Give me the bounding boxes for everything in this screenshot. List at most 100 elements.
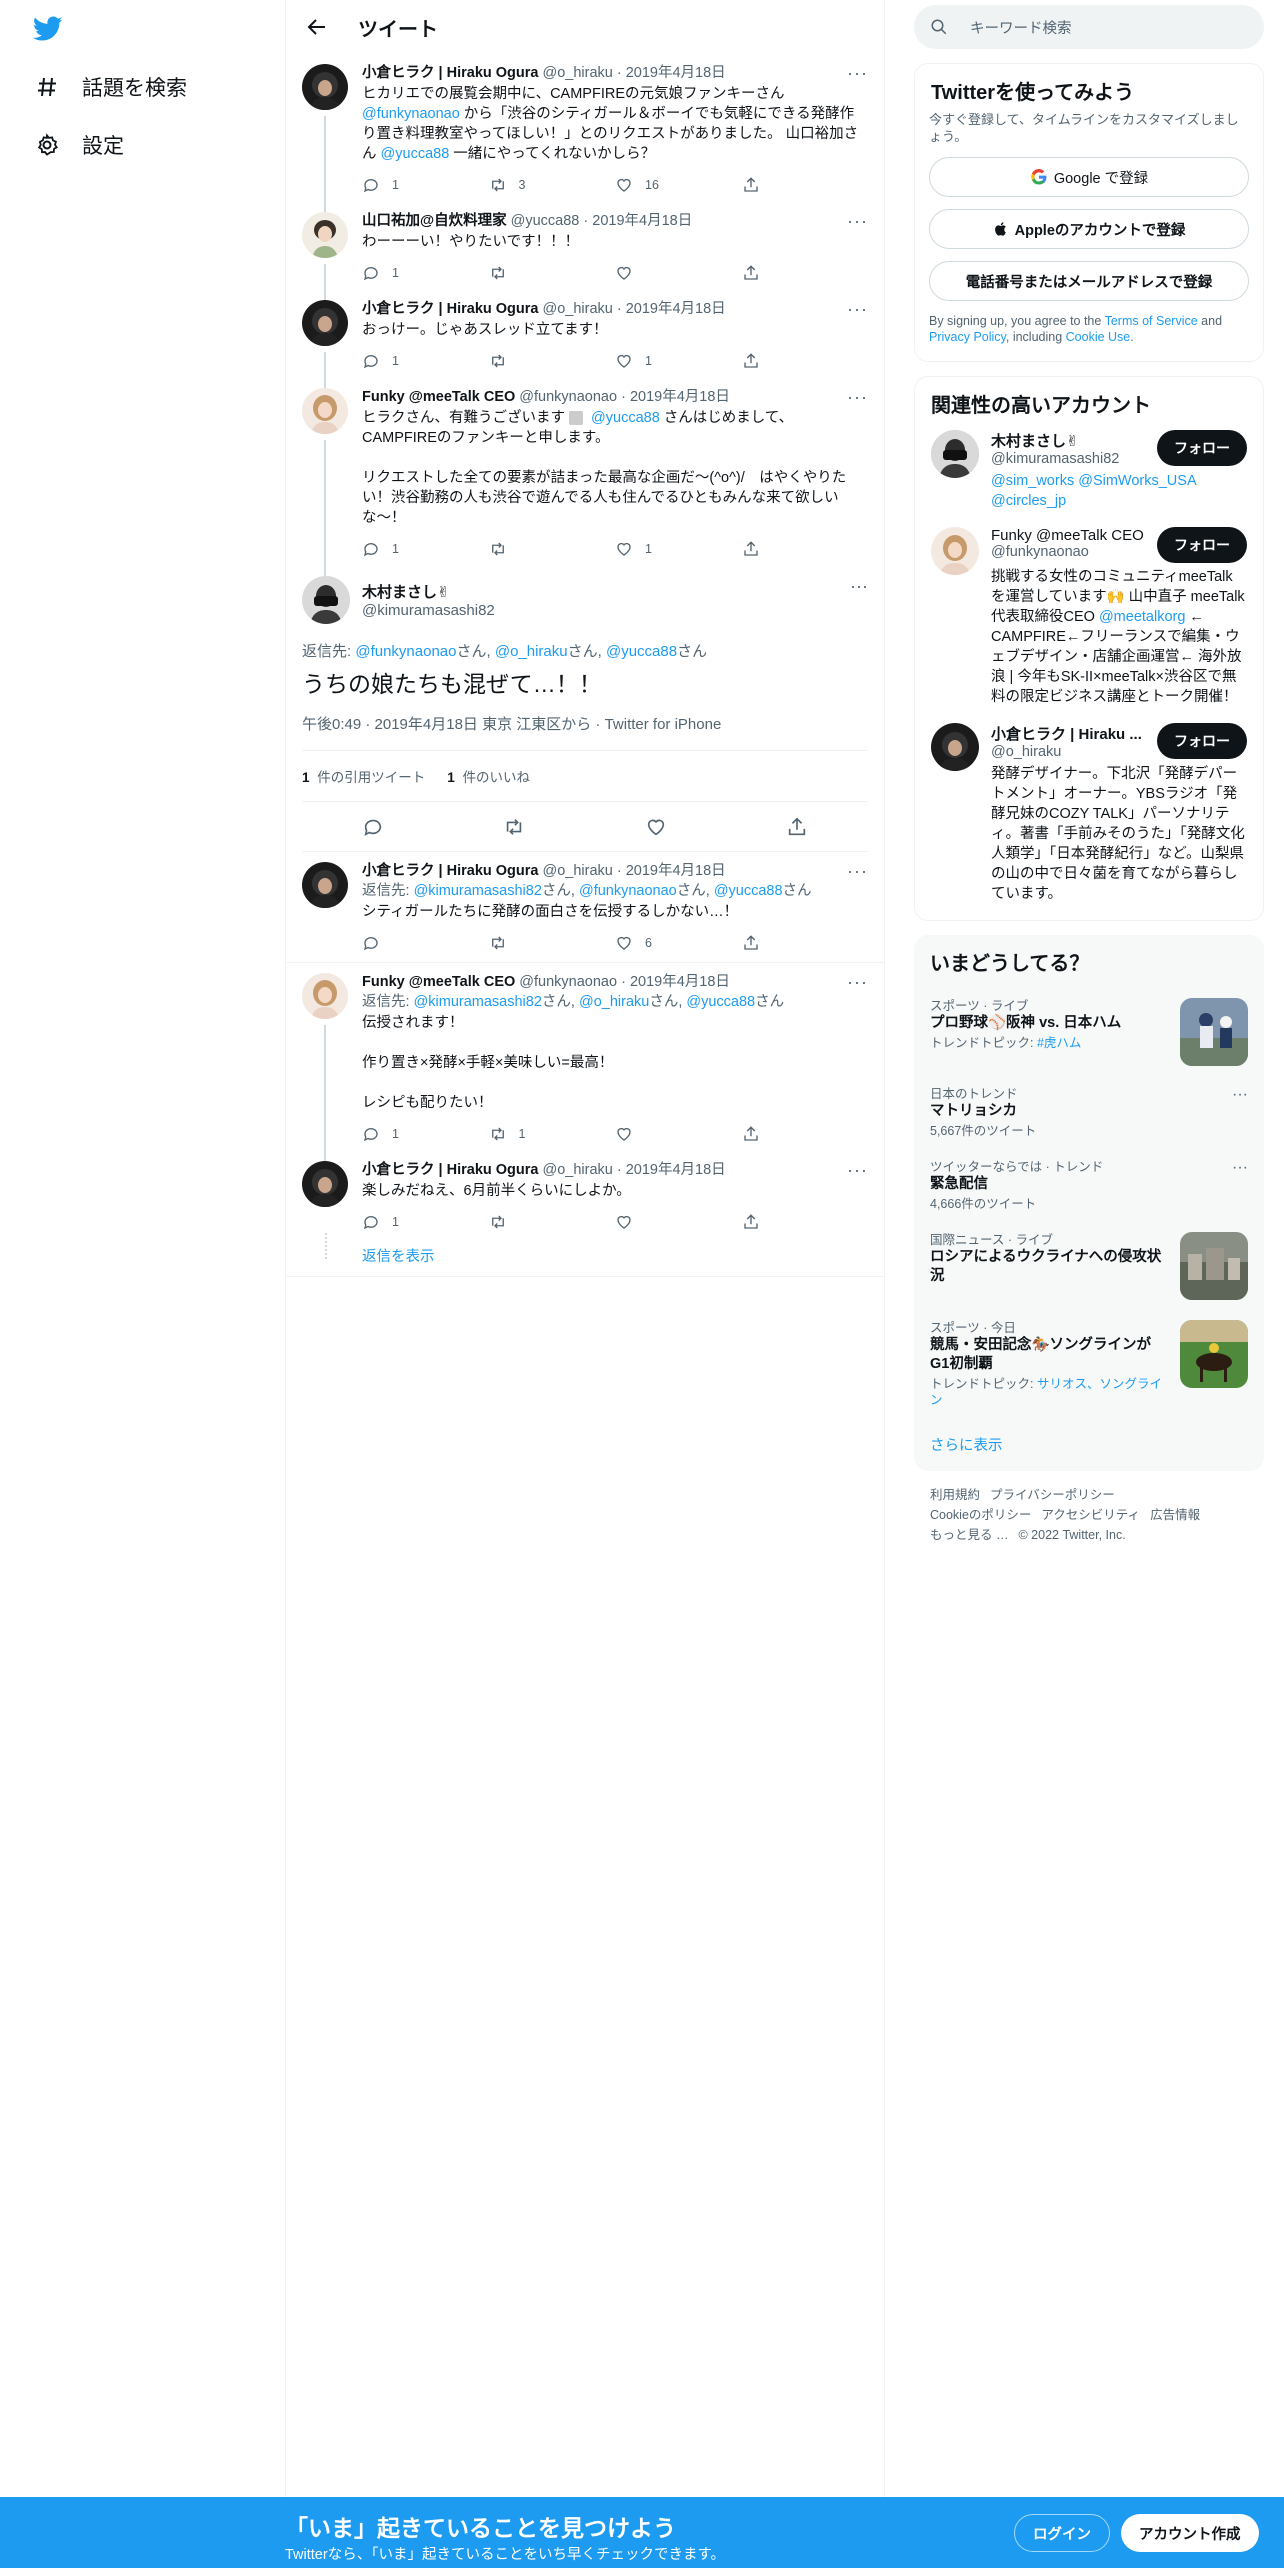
retweet-icon[interactable] [503, 816, 525, 838]
mention-link[interactable]: @funkynaonao [355, 643, 456, 660]
avatar[interactable] [302, 973, 348, 1019]
footer-accessibility-link[interactable]: アクセシビリティ [1041, 1508, 1140, 1522]
avatar[interactable] [302, 576, 350, 624]
thread-tweet[interactable]: Funky @meeTalk CEO @funkynaonao · 2019年4… [286, 378, 884, 576]
login-button[interactable]: ログイン [1014, 2514, 1110, 2552]
retweet-button[interactable] [489, 1213, 616, 1231]
avatar[interactable] [931, 723, 979, 771]
mention-link[interactable]: @kimuramasashi82 [414, 994, 542, 1010]
reply-button[interactable]: 1 [362, 540, 489, 558]
retweet-button[interactable] [489, 540, 616, 558]
share-icon[interactable] [786, 816, 808, 838]
more-options-icon[interactable]: ··· [847, 388, 868, 407]
avatar[interactable] [931, 527, 979, 575]
retweet-button[interactable]: 1 [489, 1125, 616, 1143]
author-name[interactable]: 小倉ヒラク | Hiraku Ogura [362, 862, 538, 881]
tweet-date[interactable]: 2019年4月18日 [630, 973, 730, 992]
avatar[interactable] [931, 430, 979, 478]
more-options-icon[interactable]: ··· [850, 576, 868, 597]
search-input[interactable]: キーワード検索 [914, 5, 1264, 49]
terms-link[interactable]: Terms of Service [1105, 314, 1198, 328]
mention-link[interactable]: @o_hiraku [495, 643, 568, 660]
privacy-link[interactable]: Privacy Policy [929, 330, 1006, 344]
like-button[interactable]: 6 [615, 934, 742, 952]
share-button[interactable] [742, 352, 869, 370]
account-row[interactable]: 木村まさし✌ @kimuramasashi82 フォロー @sim_works … [915, 430, 1263, 527]
avatar[interactable] [302, 1161, 348, 1207]
retweet-button[interactable] [489, 264, 616, 282]
reply-button[interactable]: 1 [362, 264, 489, 282]
trend-item[interactable]: スポーツ · ライブ プロ野球⚾阪神 vs. 日本ハム トレンドトピック: #虎… [914, 988, 1264, 1076]
like-button[interactable] [615, 1213, 742, 1231]
cookie-link[interactable]: Cookie Use [1066, 330, 1131, 344]
avatar[interactable] [302, 64, 348, 110]
back-arrow-icon[interactable] [302, 12, 332, 42]
tweet-date[interactable]: 2019年4月18日 [592, 212, 692, 231]
follow-button[interactable]: フォロー [1157, 430, 1247, 466]
share-button[interactable] [742, 264, 869, 282]
retweet-button[interactable]: 3 [489, 176, 616, 194]
author-handle[interactable]: @o_hiraku [542, 862, 612, 881]
bio-links[interactable]: @sim_works @SimWorks_USA @circles_jp [991, 473, 1196, 509]
twitter-logo-icon[interactable] [33, 16, 63, 42]
likes-stat[interactable]: 1 件のいいね [447, 766, 530, 786]
thread-tweet[interactable]: 小倉ヒラク | Hiraku Ogura @o_hiraku · 2019年4月… [286, 290, 884, 388]
mention-link[interactable]: @funkynaonao [579, 883, 677, 899]
reply-button[interactable] [362, 934, 489, 952]
google-signup-button[interactable]: Google で登録 [929, 157, 1249, 197]
author-handle[interactable]: @funkynaonao [519, 388, 617, 407]
share-button[interactable] [742, 1213, 869, 1231]
more-options-icon[interactable]: ··· [847, 1161, 868, 1180]
reply-icon[interactable] [362, 816, 384, 838]
like-button[interactable]: 1 [615, 352, 742, 370]
avatar[interactable] [302, 388, 348, 434]
mention-link[interactable]: @kimuramasashi82 [414, 883, 542, 899]
mention-link[interactable]: @yucca88 [606, 643, 677, 660]
footer-ads-link[interactable]: 広告情報 [1150, 1508, 1200, 1522]
reply-button[interactable]: 1 [362, 352, 489, 370]
bio-mention-link[interactable]: @meetalkorg [1099, 609, 1185, 625]
follow-button[interactable]: フォロー [1157, 527, 1247, 563]
more-options-icon[interactable]: ··· [847, 973, 868, 992]
signup-button[interactable]: アカウント作成 [1121, 2514, 1259, 2552]
trend-item[interactable]: スポーツ · 今日 競馬・安田記念🏇ソングラインがG1初制覇 トレンドトピック:… [914, 1310, 1264, 1418]
author-handle[interactable]: @o_hiraku [542, 300, 612, 319]
mention-link[interactable]: @o_hiraku [579, 994, 649, 1010]
reply-button[interactable]: 1 [362, 176, 489, 194]
author-name[interactable]: 小倉ヒラク | Hiraku Ogura [362, 64, 538, 83]
share-button[interactable] [742, 176, 869, 194]
avatar[interactable] [302, 862, 348, 908]
like-button[interactable] [615, 1125, 742, 1143]
reply-button[interactable]: 1 [362, 1125, 489, 1143]
tweet-date[interactable]: 2019年4月18日 [626, 64, 726, 83]
thread-tweet[interactable]: 小倉ヒラク | Hiraku Ogura @o_hiraku · 2019年4月… [286, 54, 884, 212]
more-options-icon[interactable]: ··· [1232, 1159, 1248, 1177]
trend-topic-link[interactable]: #虎ハム [1037, 1036, 1081, 1050]
author-handle[interactable]: @o_hiraku [542, 1161, 612, 1180]
tweet-date[interactable]: 2019年4月18日 [626, 300, 726, 319]
nav-explore[interactable]: 話題を検索 [34, 72, 187, 102]
author-name[interactable]: 小倉ヒラク | Hiraku Ogura [362, 1161, 538, 1180]
author-handle[interactable]: @kimuramasashi82 [362, 602, 495, 619]
author-handle[interactable]: @funkynaonao [519, 973, 617, 992]
author-name[interactable]: 小倉ヒラク | Hiraku Ogura [362, 300, 538, 319]
retweet-button[interactable] [489, 934, 616, 952]
author-name[interactable]: Funky @meeTalk CEO [362, 973, 515, 992]
more-options-icon[interactable]: ··· [847, 300, 868, 319]
mention-link[interactable]: @funkynaonao [362, 106, 460, 122]
tweet-date[interactable]: 2019年4月18日 [626, 1161, 726, 1180]
retweet-button[interactable] [489, 352, 616, 370]
share-button[interactable] [742, 1125, 869, 1143]
more-options-icon[interactable]: ··· [847, 64, 868, 83]
follow-button[interactable]: フォロー [1157, 723, 1247, 759]
like-button[interactable]: 1 [615, 540, 742, 558]
thread-tweet[interactable]: 山口祐加@自炊料理家 @yucca88 · 2019年4月18日 ··· わーー… [286, 202, 884, 300]
trend-item[interactable]: ツイッターならでは · トレンド 緊急配信 4,666件のツイート ··· [914, 1149, 1264, 1222]
more-options-icon[interactable]: ··· [847, 862, 868, 881]
tweet-timestamp[interactable]: 午後0:49 · 2019年4月18日 東京 江東区から · Twitter f… [302, 713, 868, 751]
reply-tweet[interactable]: 小倉ヒラク | Hiraku Ogura @o_hiraku · 2019年4月… [286, 1151, 884, 1239]
more-options-icon[interactable]: ··· [847, 212, 868, 231]
email-signup-button[interactable]: 電話番号またはメールアドレスで登録 [929, 261, 1249, 301]
account-row[interactable]: Funky @meeTalk CEO @funkynaonao フォロー 挑戦す… [915, 527, 1263, 723]
reply-tweet[interactable]: Funky @meeTalk CEO @funkynaonao · 2019年4… [286, 963, 884, 1161]
